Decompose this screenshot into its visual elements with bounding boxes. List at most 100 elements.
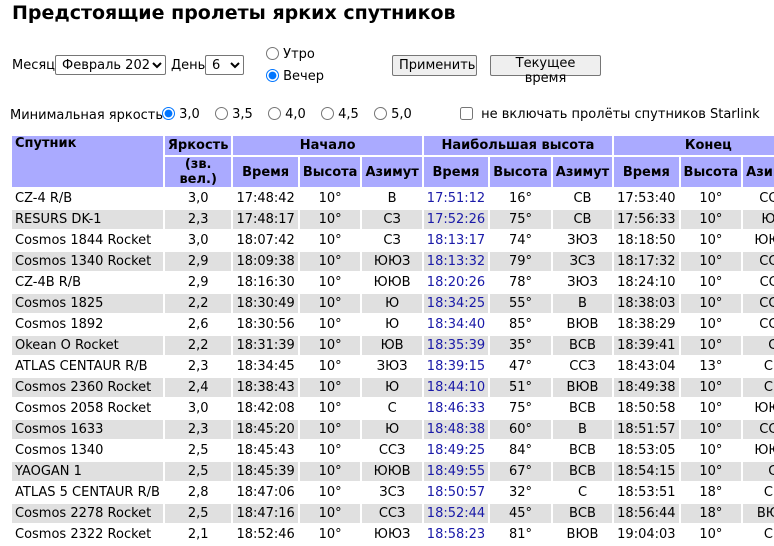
max-time[interactable]: 18:52:44 bbox=[423, 504, 489, 523]
magnitude: 2,5 bbox=[164, 462, 232, 481]
end-azimuth: СВ bbox=[743, 378, 774, 397]
max-time[interactable]: 18:58:23 bbox=[423, 525, 489, 544]
end-azimuth: СВ bbox=[743, 483, 774, 502]
max-altitude: 51° bbox=[490, 378, 551, 397]
brightness-option-45[interactable]: 4,5 bbox=[321, 107, 359, 122]
header-end: Конец bbox=[614, 136, 774, 155]
end-altitude: 10° bbox=[680, 462, 742, 481]
max-altitude: 32° bbox=[490, 483, 551, 502]
max-time[interactable]: 18:49:25 bbox=[423, 441, 489, 460]
end-azimuth: ССЗ bbox=[743, 273, 774, 292]
max-azimuth: ВСВ bbox=[552, 504, 613, 523]
table-row: ATLAS CENTAUR R/B 2,3 18:34:45 10° ЗЮЗ 18:39:… bbox=[12, 357, 774, 376]
month-select[interactable]: Февраль 2023 bbox=[55, 55, 166, 75]
max-azimuth: ВСВ bbox=[552, 462, 613, 481]
satellite-name: RESURS DK-1 bbox=[12, 210, 163, 229]
start-time: 18:16:30 bbox=[233, 273, 298, 292]
header-max-azimuth: Азимут bbox=[552, 157, 613, 187]
header-start: Начало bbox=[233, 136, 422, 155]
brightness-radio[interactable] bbox=[215, 107, 228, 120]
current-time-button[interactable]: Текущее время bbox=[490, 55, 601, 86]
magnitude: 2,5 bbox=[164, 441, 232, 460]
start-azimuth: Ю bbox=[362, 294, 422, 313]
evening-radio-group[interactable]: Вечер bbox=[266, 69, 324, 84]
start-azimuth: ЮЮЗ bbox=[362, 252, 422, 271]
end-azimuth: ССВ bbox=[743, 420, 774, 439]
day-select[interactable]: 6 bbox=[205, 55, 244, 75]
end-time: 18:43:04 bbox=[614, 357, 679, 376]
max-time[interactable]: 18:44:10 bbox=[423, 378, 489, 397]
table-row: YAOGAN 1 2,5 18:45:39 10° ЮЮВ 18:49:55 67° ВСВ 1… bbox=[12, 462, 774, 481]
max-altitude: 78° bbox=[490, 273, 551, 292]
brightness-option-40[interactable]: 4,0 bbox=[268, 107, 306, 122]
end-altitude: 10° bbox=[680, 273, 742, 292]
satellite-name: Cosmos 1892 bbox=[12, 315, 163, 334]
start-azimuth: Ю bbox=[362, 378, 422, 397]
max-azimuth: ССЗ bbox=[552, 357, 613, 376]
end-time: 18:39:41 bbox=[614, 336, 679, 355]
end-azimuth: ЮВ bbox=[743, 210, 774, 229]
end-azimuth: СВ bbox=[743, 525, 774, 544]
max-altitude: 35° bbox=[490, 336, 551, 355]
max-time[interactable]: 18:13:17 bbox=[423, 231, 489, 250]
brightness-radio[interactable] bbox=[162, 107, 175, 120]
start-altitude: 10° bbox=[299, 273, 361, 292]
max-time[interactable]: 18:50:57 bbox=[423, 483, 489, 502]
header-satellite: Спутник bbox=[12, 136, 163, 187]
max-time[interactable]: 18:34:40 bbox=[423, 315, 489, 334]
brightness-radio[interactable] bbox=[321, 107, 334, 120]
satellite-name: ATLAS 5 CENTAUR R/B bbox=[12, 483, 163, 502]
max-time[interactable]: 18:34:25 bbox=[423, 294, 489, 313]
max-time[interactable]: 18:39:15 bbox=[423, 357, 489, 376]
max-azimuth: В bbox=[552, 294, 613, 313]
brightness-radio[interactable] bbox=[374, 107, 387, 120]
month-label: Месяц bbox=[12, 58, 56, 73]
start-azimuth: С bbox=[362, 399, 422, 418]
max-altitude: 16° bbox=[490, 189, 551, 208]
brightness-option-50[interactable]: 5,0 bbox=[374, 107, 412, 122]
brightness-value: 4,5 bbox=[338, 107, 359, 122]
morning-radio[interactable] bbox=[266, 47, 279, 60]
end-time: 18:38:29 bbox=[614, 315, 679, 334]
max-time[interactable]: 18:49:55 bbox=[423, 462, 489, 481]
brightness-option-30[interactable]: 3,0 bbox=[162, 107, 200, 122]
end-time: 18:53:51 bbox=[614, 483, 679, 502]
table-row: Cosmos 2278 Rocket 2,5 18:47:16 10° ССЗ 18:52… bbox=[12, 504, 774, 523]
max-time[interactable]: 17:51:12 bbox=[423, 189, 489, 208]
end-altitude: 10° bbox=[680, 441, 742, 460]
brightness-radio[interactable] bbox=[268, 107, 281, 120]
evening-radio[interactable] bbox=[266, 69, 279, 82]
start-time: 18:45:39 bbox=[233, 462, 298, 481]
start-azimuth: ССЗ bbox=[362, 441, 422, 460]
end-azimuth: ССВ bbox=[743, 315, 774, 334]
brightness-option-35[interactable]: 3,5 bbox=[215, 107, 253, 122]
max-altitude: 55° bbox=[490, 294, 551, 313]
max-time[interactable]: 18:48:38 bbox=[423, 420, 489, 439]
header-max-altitude-col: Высота bbox=[490, 157, 551, 187]
start-time: 17:48:17 bbox=[233, 210, 298, 229]
start-altitude: 10° bbox=[299, 399, 361, 418]
end-time: 18:49:38 bbox=[614, 378, 679, 397]
end-azimuth: ЮЮВ bbox=[743, 231, 774, 250]
start-time: 18:45:20 bbox=[233, 420, 298, 439]
satellite-name: Cosmos 1633 bbox=[12, 420, 163, 439]
start-azimuth: В bbox=[362, 189, 422, 208]
apply-button[interactable]: Применить bbox=[392, 55, 477, 76]
end-azimuth: ССВ bbox=[743, 252, 774, 271]
start-altitude: 10° bbox=[299, 525, 361, 544]
table-row: Cosmos 1892 2,6 18:30:56 10° Ю 18:34:40 85° ВЮВ… bbox=[12, 315, 774, 334]
max-time[interactable]: 18:13:32 bbox=[423, 252, 489, 271]
max-time[interactable]: 17:52:26 bbox=[423, 210, 489, 229]
start-altitude: 10° bbox=[299, 378, 361, 397]
morning-radio-group[interactable]: Утро bbox=[266, 47, 315, 62]
max-time[interactable]: 18:20:26 bbox=[423, 273, 489, 292]
header-end-time: Время bbox=[614, 157, 679, 187]
starlink-filter[interactable]: не включать пролёты спутников Starlink bbox=[460, 107, 760, 122]
max-time[interactable]: 18:35:39 bbox=[423, 336, 489, 355]
end-altitude: 10° bbox=[680, 399, 742, 418]
start-azimuth: ЮЮВ bbox=[362, 462, 422, 481]
max-time[interactable]: 18:46:33 bbox=[423, 399, 489, 418]
starlink-checkbox[interactable] bbox=[460, 107, 473, 120]
satellite-name: Cosmos 2360 Rocket bbox=[12, 378, 163, 397]
start-altitude: 10° bbox=[299, 483, 361, 502]
